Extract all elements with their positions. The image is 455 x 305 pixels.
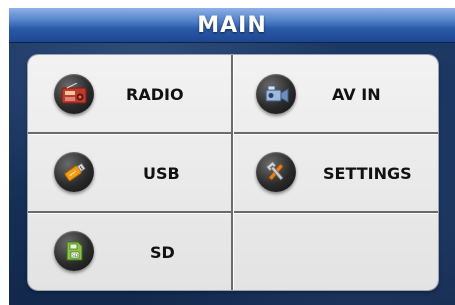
menu-item-av-in[interactable]: AV IN [233, 55, 437, 132]
svg-text:SD: SD [72, 253, 79, 259]
menu-item-label: SETTINGS [323, 164, 412, 183]
menu-item-usb[interactable]: USB [28, 134, 232, 211]
radio-icon [54, 74, 94, 114]
title-bar: MAIN [9, 8, 455, 43]
menu-item-label: USB [143, 164, 180, 183]
menu-panel: RADIO AV IN USB SETTINGS SD SD [28, 55, 438, 290]
main-screen: MAIN RADIO AV IN USB SETTINGS SD SD [9, 8, 455, 305]
usb-drive-icon [54, 152, 94, 192]
menu-item-settings[interactable]: SETTINGS [233, 134, 437, 211]
settings-tools-icon [256, 152, 296, 192]
menu-item-sd[interactable]: SD SD [28, 213, 232, 290]
sd-card-icon: SD [54, 231, 94, 271]
camcorder-icon [256, 74, 296, 114]
menu-item-label: AV IN [332, 85, 381, 104]
empty-slot [233, 213, 437, 290]
menu-item-label: RADIO [126, 85, 184, 104]
menu-item-label: SD [150, 243, 175, 262]
menu-item-radio[interactable]: RADIO [28, 55, 232, 132]
page-title: MAIN [197, 12, 267, 38]
